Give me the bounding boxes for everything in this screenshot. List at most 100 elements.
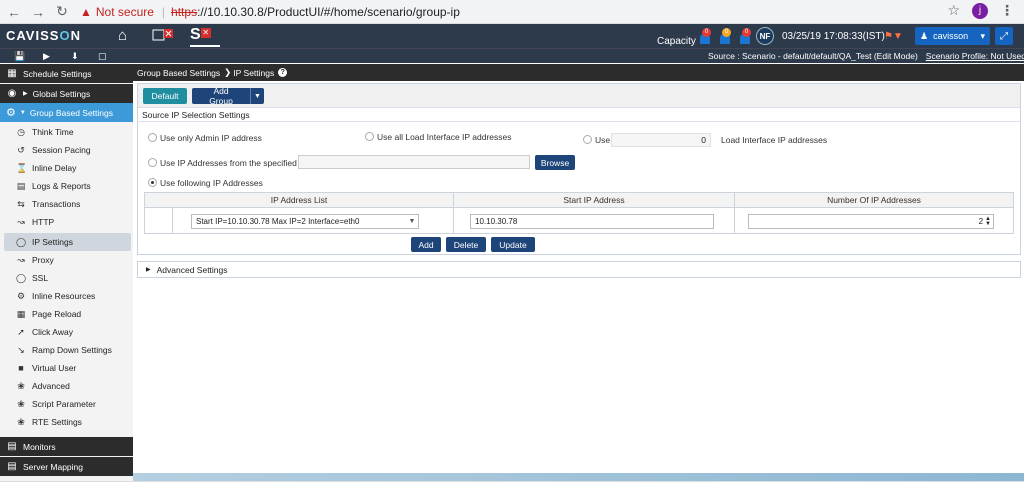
home-icon[interactable]: ⌂ bbox=[118, 27, 127, 44]
sidebar-item-proxy[interactable]: ↝ Proxy bbox=[0, 251, 133, 269]
sidebar-item-page-reload[interactable]: ▦ Page Reload bbox=[0, 305, 133, 323]
forward-arrow-icon[interactable]: → bbox=[28, 2, 48, 22]
breadcrumb-parent[interactable]: Group Based Settings bbox=[137, 68, 220, 78]
delete-button[interactable]: Delete bbox=[446, 237, 486, 252]
save-icon[interactable]: 💾 bbox=[14, 51, 25, 62]
footer-strip bbox=[133, 473, 1024, 481]
hourglass-icon: ⌛ bbox=[16, 162, 28, 173]
user-icon: ♟ bbox=[920, 30, 929, 41]
sidebar-item-transactions[interactable]: ⇆ Transactions bbox=[0, 195, 133, 213]
help-icon[interactable]: ? bbox=[278, 68, 288, 77]
url-scheme: https bbox=[171, 4, 198, 19]
radio-admin-ip[interactable] bbox=[148, 133, 157, 142]
user-menu-button[interactable]: ♟ cavisson ▾ bbox=[915, 27, 990, 45]
sidebar-item-logs-reports[interactable]: ▤ Logs & Reports bbox=[0, 177, 133, 195]
reload-icon: ▦ bbox=[16, 308, 26, 319]
column-header-start-ip: Start IP Address bbox=[454, 193, 734, 208]
sidebar-monitors[interactable]: ▤ Monitors bbox=[0, 437, 133, 456]
add-group-button[interactable]: Add Group ▼ bbox=[192, 86, 264, 106]
ssl-icon: ◯ bbox=[16, 272, 27, 283]
document-icon: ▤ bbox=[16, 180, 26, 191]
script-icon: ❀ bbox=[17, 398, 25, 409]
url-path: ://10.10.30.8/ProductUI/#/home/scenario/… bbox=[197, 4, 460, 19]
sidebar-item-inline-resources[interactable]: ⚙ Inline Resources bbox=[0, 287, 133, 305]
pointer-icon: ➚ bbox=[17, 326, 25, 337]
sidebar-group-based-settings[interactable]: ⚙ ▼ Group Based Settings bbox=[0, 103, 133, 122]
history-icon: ↺ bbox=[17, 144, 25, 155]
sidebar-item-advanced[interactable]: ❀ Advanced bbox=[0, 377, 133, 395]
sidebar-item-ssl[interactable]: ◯ SSL bbox=[0, 269, 133, 287]
sidebar-server-mapping[interactable]: ▤ Server Mapping bbox=[0, 457, 133, 476]
http-icon: ↝ bbox=[17, 216, 25, 227]
bookmark-star-icon[interactable]: ☆ bbox=[947, 2, 960, 19]
sidebar-item-ramp-down[interactable]: ↘ Ramp Down Settings bbox=[0, 341, 133, 359]
update-button[interactable]: Update bbox=[491, 237, 535, 252]
ip-count-stepper[interactable]: 2 ▲ ▼ bbox=[748, 214, 994, 229]
scenario-profile-link[interactable]: Scenario Profile: Not Used bbox=[926, 51, 1024, 61]
sidebar-schedule-settings[interactable]: ▦ Schedule Settings bbox=[0, 64, 133, 83]
gear-icon: ⚙ bbox=[16, 290, 26, 301]
sidebar-item-think-time[interactable]: ◷ Think Time bbox=[0, 123, 133, 141]
radio-following-ips-label: Use following IP Addresses bbox=[160, 178, 263, 188]
download-icon[interactable]: ⬇ bbox=[71, 51, 79, 62]
radio-following-ips[interactable] bbox=[148, 178, 157, 187]
calendar-icon: ▦ bbox=[7, 68, 17, 79]
address-bar[interactable]: ▲ Not secure | https ://10.10.30.8/Produ… bbox=[80, 2, 460, 22]
sidebar-global-settings[interactable]: ◉ ▶ Global Settings bbox=[0, 84, 133, 103]
caret-down-icon[interactable]: ▼ bbox=[250, 88, 264, 104]
back-arrow-icon[interactable]: ← bbox=[4, 2, 24, 22]
rte-icon: ❀ bbox=[17, 416, 25, 427]
server-icon: ▤ bbox=[7, 461, 17, 472]
info-bell-icon[interactable]: 0 bbox=[740, 28, 751, 44]
radio-all-load-interface[interactable] bbox=[365, 132, 374, 141]
source-ip-section-title: Source IP Selection Settings bbox=[138, 108, 1020, 122]
column-header-number-of-ips: Number Of IP Addresses bbox=[735, 193, 1013, 208]
radio-use-count-label: Use bbox=[595, 135, 611, 145]
ip-settings-panel: Default Add Group ▼ Source IP Selection … bbox=[137, 83, 1021, 255]
radio-use-count[interactable] bbox=[583, 135, 592, 144]
nf-badge[interactable]: NF bbox=[756, 27, 774, 45]
default-button[interactable]: Default bbox=[143, 88, 187, 104]
sidebar-item-session-pacing[interactable]: ↺ Session Pacing bbox=[0, 141, 133, 159]
chevron-down-icon: ▾ bbox=[980, 30, 985, 41]
flag-icon[interactable]: ⚑▼ bbox=[884, 31, 903, 42]
browse-button[interactable]: Browse bbox=[535, 155, 575, 170]
sidebar-item-rte-settings[interactable]: ❀ RTE Settings bbox=[0, 413, 133, 431]
fullscreen-icon[interactable]: ⤢ bbox=[995, 27, 1013, 45]
ramp-down-icon: ↘ bbox=[17, 344, 25, 355]
window-icon[interactable]: ▢ bbox=[98, 51, 107, 62]
user-icon: ■ bbox=[18, 363, 24, 373]
scenario-tab-icon[interactable] bbox=[152, 28, 174, 42]
advanced-settings-toggle[interactable]: ▶ Advanced Settings bbox=[137, 261, 1021, 278]
monitor-icon: ▤ bbox=[7, 441, 17, 452]
sidebar-item-script-parameter[interactable]: ❀ Script Parameter bbox=[0, 395, 133, 413]
ip-address-list-select[interactable]: Start IP=10.10.30.78 Max IP=2 Interface=… bbox=[191, 214, 419, 229]
breadcrumb: Group Based Settings ❯ IP Settings ? bbox=[133, 64, 1024, 81]
radio-from-file[interactable] bbox=[148, 158, 157, 167]
interface-count-input[interactable]: 0 bbox=[611, 133, 711, 147]
warning-bell-icon[interactable]: 0 bbox=[720, 28, 731, 44]
file-path-input[interactable] bbox=[298, 155, 530, 169]
sidebar-item-inline-delay[interactable]: ⌛ Inline Delay bbox=[0, 159, 133, 177]
sidebar-item-http[interactable]: ↝ HTTP bbox=[0, 213, 133, 231]
script-tab-icon[interactable]: S ✕ bbox=[190, 26, 220, 47]
profile-avatar[interactable]: j bbox=[972, 2, 988, 19]
panel-button-bar: Default Add Group ▼ bbox=[138, 84, 1020, 108]
datetime-display: 03/25/19 17:08:33(IST) bbox=[782, 31, 885, 42]
reload-icon[interactable]: ↻ bbox=[52, 2, 72, 22]
sidebar-item-click-away[interactable]: ➚ Click Away bbox=[0, 323, 133, 341]
alert-bell-icon[interactable]: 0 bbox=[700, 28, 711, 44]
proxy-icon: ↝ bbox=[17, 254, 25, 265]
run-icon[interactable]: ▶ bbox=[43, 51, 50, 62]
globe-icon: ◉ bbox=[7, 88, 17, 99]
add-button[interactable]: Add bbox=[411, 237, 441, 252]
sidebar-item-virtual-user[interactable]: ■ Virtual User bbox=[0, 359, 133, 377]
browser-toolbar: ← → ↻ ▲ Not secure | https ://10.10.30.8… bbox=[0, 0, 1024, 24]
browser-menu-icon[interactable]: ⋮ bbox=[1000, 2, 1014, 19]
column-header-ip-list: IP Address List bbox=[145, 193, 453, 208]
start-ip-input[interactable]: 10.10.30.78 bbox=[470, 214, 714, 229]
breadcrumb-current: IP Settings bbox=[233, 67, 275, 78]
caret-right-icon: ▶ bbox=[146, 267, 151, 273]
sidebar-item-ip-settings[interactable]: ◯ IP Settings bbox=[4, 233, 131, 251]
stepper-arrows-icon[interactable]: ▲ ▼ bbox=[985, 216, 991, 227]
